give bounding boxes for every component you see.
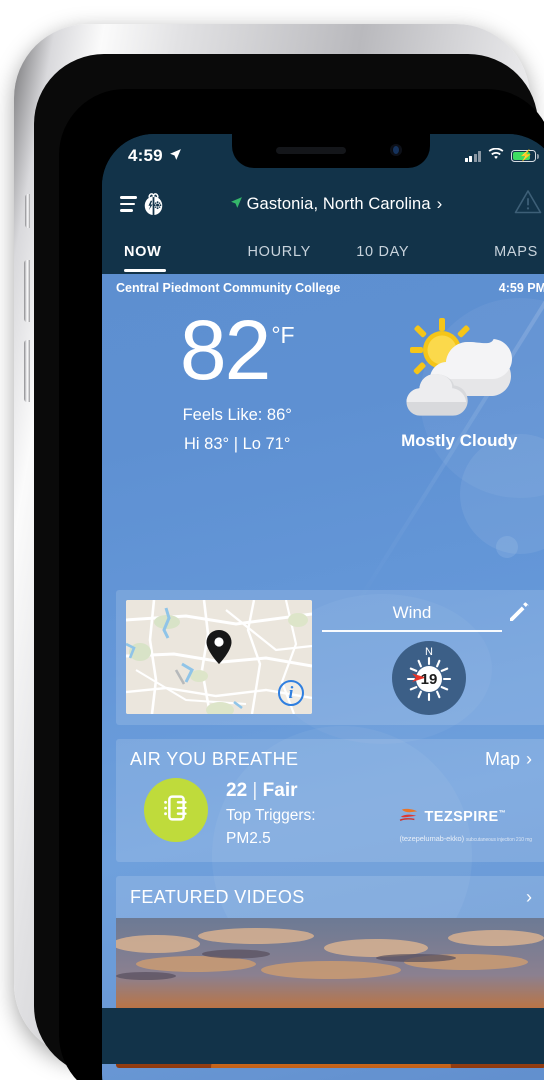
condition-block: Mostly Cloudy <box>358 306 544 454</box>
top-trigger-value: PM2.5 <box>226 830 271 847</box>
edit-card-button[interactable] <box>502 600 536 635</box>
featured-videos-header[interactable]: FEATURED VIDEOS › <box>116 876 544 918</box>
tab-now-label: NOW <box>124 244 162 260</box>
phone-notch <box>232 134 430 168</box>
location-arrow-icon <box>169 146 182 166</box>
weather-channel-bug-logo[interactable] <box>141 192 166 217</box>
screenshot-stage: 4:59 ⚡ Gastonia, North Carolina › NOW HO… <box>0 0 544 1080</box>
aqi-category: Fair <box>262 780 298 801</box>
observation-station: Central Piedmont Community College <box>116 281 341 295</box>
sponsor-fine-print: subcutaneous injection 210 mg <box>465 837 532 843</box>
aqi-indicator-circle <box>144 778 208 842</box>
front-camera <box>390 144 402 156</box>
tezspire-swoosh-logo <box>399 806 419 828</box>
featured-videos-title: FEATURED VIDEOS <box>130 886 305 907</box>
aqi-separator: | <box>252 780 258 801</box>
sun-behind-clouds-icon <box>395 318 523 426</box>
air-quality-body: 22 | Fair Top Triggers: PM2.5 TEZSPIRE™ … <box>130 778 532 848</box>
compass-north-label: N <box>425 646 433 658</box>
chevron-right-icon: › <box>436 194 443 213</box>
observation-bar: Central Piedmont Community College 4:59 … <box>102 274 544 302</box>
air-quality-title: AIR YOU BREATHE <box>130 749 299 769</box>
info-circle-icon[interactable]: i <box>278 680 304 706</box>
phone-midframe: 4:59 ⚡ Gastonia, North Carolina › NOW HO… <box>34 54 544 1080</box>
wind-header: Wind <box>322 600 536 635</box>
location-selector[interactable]: Gastonia, North Carolina › <box>164 194 508 214</box>
sponsor-row: TEZSPIRE™ <box>399 806 532 828</box>
wind-title: Wind <box>392 603 432 623</box>
status-bar-left: 4:59 <box>128 146 182 166</box>
radar-map-thumbnail[interactable]: i <box>126 600 312 714</box>
temperature-block: 82 °F Feels Like: 86° Hi 83° | Lo 71° <box>102 306 358 454</box>
current-temperature: 82 <box>179 303 271 397</box>
condition-text: Mostly Cloudy <box>401 431 518 450</box>
main-tab-bar[interactable]: NOW HOURLY 10 DAY MAPS <box>102 230 544 274</box>
compass-speed-value: 19 <box>421 671 438 688</box>
now-scroll-content[interactable]: Central Piedmont Community College 4:59 … <box>102 274 544 1080</box>
phone-bezel: 4:59 ⚡ Gastonia, North Carolina › NOW HO… <box>59 89 544 1080</box>
sponsor-block[interactable]: TEZSPIRE™ (tezepelumab-ekko) subcutaneou… <box>399 806 532 848</box>
volume-up-button[interactable] <box>24 260 30 322</box>
wind-compass: N 19 <box>392 641 466 715</box>
aqi-value-row: 22 | Fair <box>226 780 316 802</box>
lungs-filter-icon <box>157 789 195 832</box>
battery-charging-icon: ⚡ <box>511 150 539 162</box>
tab-hourly[interactable]: HOURLY <box>228 230 332 274</box>
clock-time: 4:59 <box>128 146 163 165</box>
menu-and-logo-button[interactable] <box>120 189 164 219</box>
app-navigation-bar: Gastonia, North Carolina › <box>102 178 544 230</box>
chevron-right-icon: › <box>526 886 532 907</box>
sponsor-trademark: ™ <box>498 810 506 818</box>
tab-10-day-label: 10 DAY <box>356 244 410 260</box>
gps-arrow-icon <box>230 196 243 212</box>
weather-alert-button[interactable] <box>508 189 542 219</box>
sponsor-generic-name: (tezepelumab-ekko) subcutaneous injectio… <box>399 834 532 843</box>
phone-screen: 4:59 ⚡ Gastonia, North Carolina › NOW HO… <box>102 134 544 1080</box>
status-bar-right: ⚡ <box>464 147 539 165</box>
hi-lo-text: Hi 83° | Lo 71° <box>184 435 291 453</box>
aqi-value: 22 <box>226 780 248 801</box>
wind-title-wrap: Wind <box>322 603 502 632</box>
lens-flare <box>496 536 518 558</box>
wind-compass-wrap: N 19 <box>322 641 536 715</box>
navigation-overlay-band <box>102 1008 544 1064</box>
tab-hourly-label: HOURLY <box>247 244 312 260</box>
air-quality-header: AIR YOU BREATHE Map › <box>130 749 532 770</box>
tab-maps[interactable]: MAPS <box>435 230 539 274</box>
air-quality-readout: 22 | Fair Top Triggers: PM2.5 <box>226 778 316 848</box>
top-triggers-label: Top Triggers: <box>226 807 316 824</box>
current-conditions-hero: 82 °F Feels Like: 86° Hi 83° | Lo 71° Mo… <box>102 302 544 454</box>
wifi-icon <box>488 147 504 165</box>
temperature-unit: °F <box>271 322 295 348</box>
air-quality-map-label: Map <box>484 749 520 769</box>
map-pin-icon <box>206 630 232 664</box>
hamburger-menu-icon[interactable] <box>120 196 137 212</box>
air-quality-card[interactable]: AIR YOU BREATHE Map › 22 | Fair Top Trig… <box>116 739 544 862</box>
chevron-right-icon: › <box>526 749 532 769</box>
temperature-row: 82 °F <box>116 306 358 394</box>
air-quality-map-link[interactable]: Map › <box>485 749 532 770</box>
weather-app: 4:59 ⚡ Gastonia, North Carolina › NOW HO… <box>102 134 544 1080</box>
tab-10-day[interactable]: 10 DAY <box>331 230 435 274</box>
tab-maps-label: MAPS <box>494 244 538 260</box>
phone-frame: 4:59 ⚡ Gastonia, North Carolina › NOW HO… <box>14 24 544 1080</box>
wind-card[interactable]: i Wind N 19 <box>116 590 544 725</box>
volume-down-button[interactable] <box>24 340 30 402</box>
wind-underline <box>322 630 502 632</box>
pencil-edit-icon <box>507 600 531 629</box>
feels-like-text: Feels Like: 86° <box>182 406 292 424</box>
observation-time: 4:59 PM <box>498 281 544 295</box>
tab-now[interactable]: NOW <box>124 230 228 274</box>
cellular-signal-icon <box>464 150 481 162</box>
weather-alert-triangle-icon <box>514 189 542 219</box>
location-name: Gastonia, North Carolina <box>246 194 431 213</box>
sponsor-name: TEZSPIRE™ <box>424 809 506 825</box>
mute-switch[interactable] <box>25 194 30 228</box>
wind-panel: Wind N 19 <box>316 600 536 715</box>
earpiece-speaker <box>276 147 346 154</box>
